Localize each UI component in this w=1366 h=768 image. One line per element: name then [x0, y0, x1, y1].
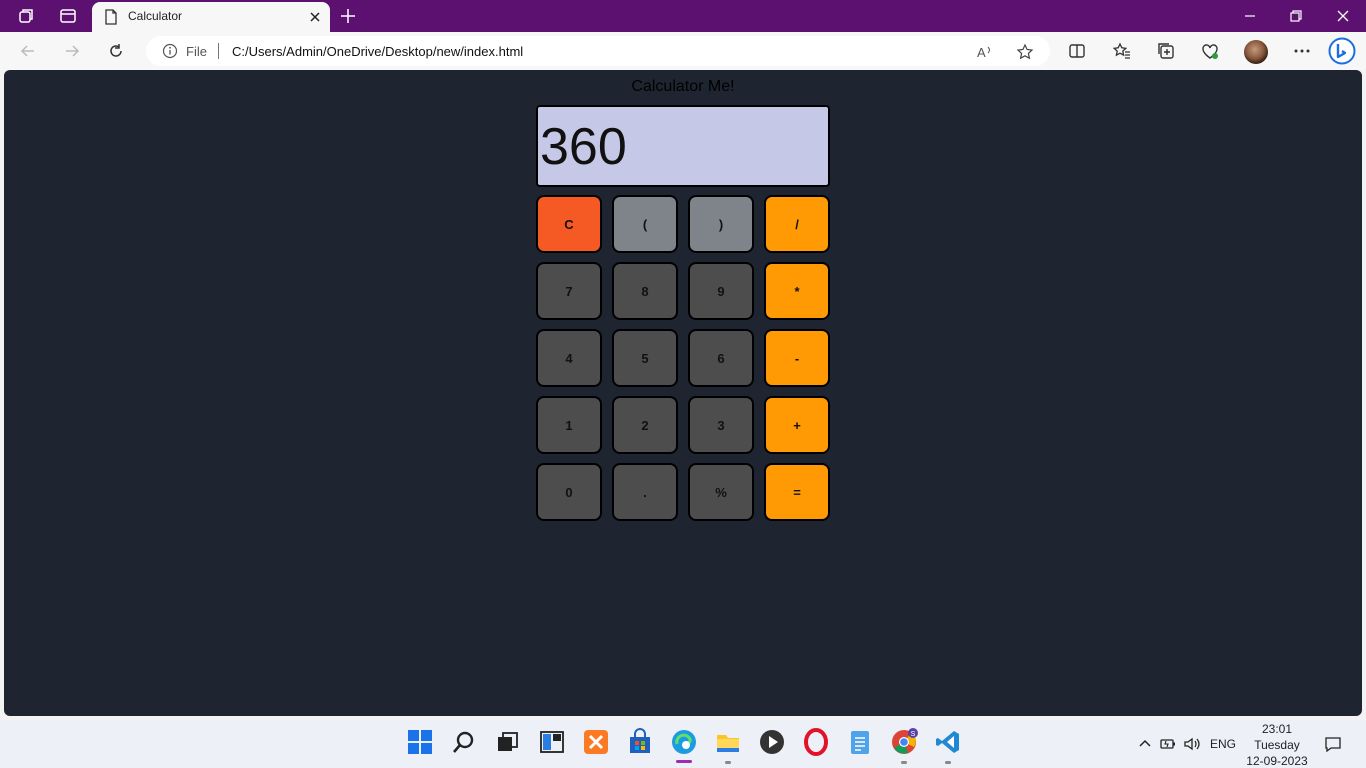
search-icon[interactable] — [450, 728, 478, 756]
microsoft-store-icon[interactable] — [626, 728, 654, 756]
opera-icon[interactable] — [802, 728, 830, 756]
key-digit-2-button[interactable]: 2 — [612, 396, 678, 454]
key-digit-1-button[interactable]: 1 — [536, 396, 602, 454]
chevron-up-icon[interactable] — [1136, 735, 1154, 753]
notepad-icon[interactable] — [846, 728, 874, 756]
key-percent-button[interactable]: % — [688, 463, 754, 521]
collections-icon[interactable] — [1156, 41, 1176, 61]
key-digit-3-button[interactable]: 3 — [688, 396, 754, 454]
calculator-display: 360 — [536, 105, 830, 187]
tab-title: Calculator — [128, 9, 183, 23]
forward-icon[interactable] — [62, 41, 82, 61]
split-screen-icon[interactable] — [1067, 41, 1087, 61]
tab-calculator[interactable]: Calculator — [92, 2, 330, 32]
workspaces-icon[interactable] — [16, 6, 36, 26]
browser-essentials-icon[interactable] — [1200, 41, 1220, 61]
key-multiply-button[interactable]: * — [764, 262, 830, 320]
key-add-button[interactable]: + — [764, 396, 830, 454]
more-options-icon[interactable] — [1292, 41, 1312, 61]
key-digit-0-button[interactable]: 0 — [536, 463, 602, 521]
svg-text:A: A — [977, 45, 986, 60]
new-tab-icon[interactable] — [338, 6, 358, 26]
file-explorer-icon[interactable] — [714, 728, 742, 756]
key-decimal-button[interactable]: . — [612, 463, 678, 521]
restore-icon[interactable] — [1286, 6, 1306, 26]
clock[interactable]: 23:01 Tuesday 12-09-2023 — [1242, 721, 1312, 768]
key-equals-button[interactable]: = — [764, 463, 830, 521]
key-digit-9-button[interactable]: 9 — [688, 262, 754, 320]
xampp-icon[interactable] — [582, 728, 610, 756]
widgets-icon[interactable] — [538, 728, 566, 756]
key-digit-8-button[interactable]: 8 — [612, 262, 678, 320]
taskbar: S ENG 23:01 Tuesday 12-09-2023 — [0, 720, 1366, 768]
favorites-icon[interactable] — [1112, 41, 1132, 61]
key-clear-button[interactable]: C — [536, 195, 602, 253]
page-title: Calculator Me! — [631, 78, 735, 95]
browser-titlebar: Calculator — [0, 0, 1366, 32]
clock-time: 23:01 — [1261, 722, 1293, 736]
notifications-icon[interactable] — [1324, 735, 1342, 753]
task-view-icon[interactable] — [494, 728, 522, 756]
read-aloud-icon[interactable]: A — [976, 43, 994, 61]
minimize-icon[interactable] — [1240, 6, 1260, 26]
browser-toolbar: File C:/Users/Admin/OneDrive/Desktop/new… — [0, 32, 1366, 70]
edge-active-indicator — [676, 760, 692, 763]
key-divide-button[interactable]: / — [764, 195, 830, 253]
display-value: 360 — [540, 118, 627, 176]
input-language[interactable]: ENG — [1210, 737, 1236, 751]
url-text[interactable]: C:/Users/Admin/OneDrive/Desktop/new/inde… — [232, 44, 523, 59]
refresh-icon[interactable] — [106, 41, 126, 61]
clock-day: Tuesday — [1254, 738, 1300, 752]
battery-icon[interactable] — [1159, 735, 1177, 753]
back-icon[interactable] — [18, 41, 38, 61]
media-player-icon[interactable] — [758, 728, 786, 756]
edge-icon[interactable] — [670, 728, 698, 756]
clock-date: 12-09-2023 — [1246, 754, 1308, 768]
svg-text:S: S — [911, 731, 916, 738]
key-digit-7-button[interactable]: 7 — [536, 262, 602, 320]
key-close-paren-button[interactable]: ) — [688, 195, 754, 253]
chrome-running-indicator — [901, 761, 907, 764]
explorer-running-indicator — [725, 761, 731, 764]
chrome-icon[interactable]: S — [890, 728, 918, 756]
vscode-running-indicator — [945, 761, 951, 764]
tab-actions-icon[interactable] — [58, 6, 78, 26]
document-icon — [105, 9, 117, 25]
key-subtract-button[interactable]: - — [764, 329, 830, 387]
profile-avatar[interactable] — [1244, 40, 1268, 64]
close-window-icon[interactable] — [1333, 6, 1353, 26]
favorite-star-icon[interactable] — [1016, 43, 1034, 61]
start-icon[interactable] — [406, 728, 434, 756]
bing-copilot-icon[interactable] — [1328, 37, 1356, 65]
key-open-paren-button[interactable]: ( — [612, 195, 678, 253]
key-digit-4-button[interactable]: 4 — [536, 329, 602, 387]
address-scheme-label: File — [186, 44, 207, 59]
vscode-icon[interactable] — [934, 728, 962, 756]
address-bar[interactable]: File C:/Users/Admin/OneDrive/Desktop/new… — [146, 36, 1050, 66]
info-icon[interactable] — [162, 43, 178, 59]
key-digit-5-button[interactable]: 5 — [612, 329, 678, 387]
address-separator — [218, 43, 219, 59]
close-tab-icon[interactable] — [306, 8, 324, 26]
page-viewport: Calculator Me! 360 C()/ 7 8 9 * 4 5 6- 1 2 3 +0.% = — [4, 70, 1362, 716]
key-digit-6-button[interactable]: 6 — [688, 329, 754, 387]
volume-icon[interactable] — [1183, 735, 1201, 753]
